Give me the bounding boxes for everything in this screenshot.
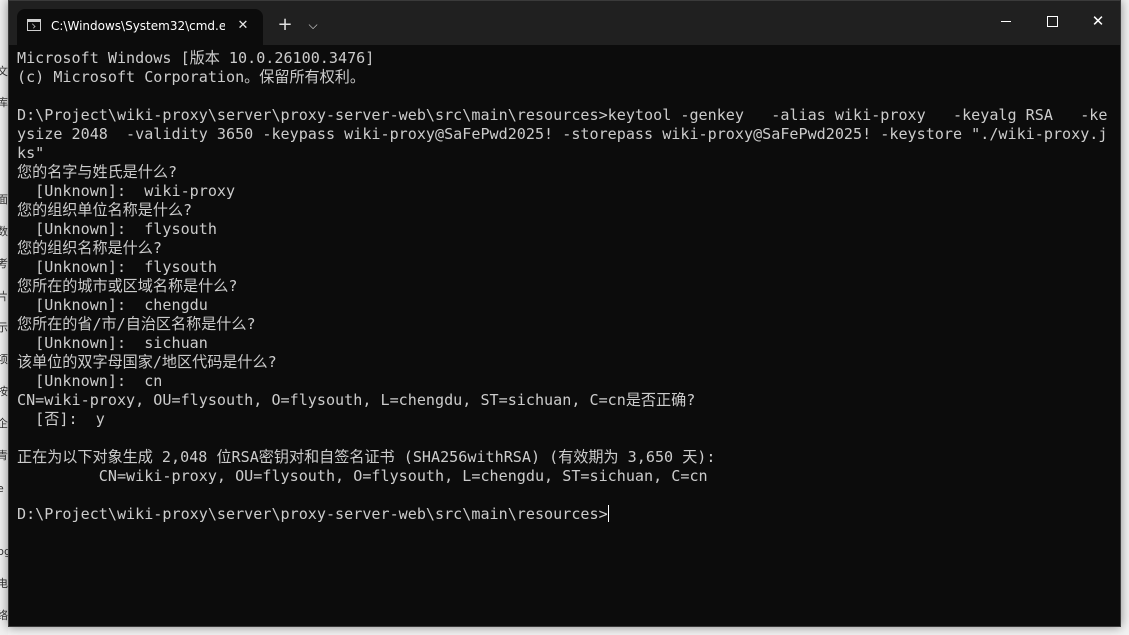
terminal-line: 该单位的双字母国家/地区代码是什么? — [17, 353, 1108, 372]
terminal-output[interactable]: Microsoft Windows [版本 10.0.26100.3476] (c… — [17, 49, 1108, 626]
terminal-line-text: 您所在的城市或区域名称是什么? — [17, 277, 238, 295]
terminal-line: 您的名字与姓氏是什么? — [17, 163, 1108, 182]
background-app-glyph: 青 — [0, 449, 8, 462]
terminal-line: [Unknown]: sichuan — [17, 334, 1108, 353]
terminal-line: 您的组织名称是什么? — [17, 239, 1108, 258]
terminal-line-text: 该单位的双字母国家/地区代码是什么? — [17, 353, 277, 371]
maximize-button[interactable] — [1029, 1, 1075, 41]
terminal-line-text: ysize 2048 -validity 3650 -keypass wiki-… — [17, 125, 1108, 143]
title-bar[interactable]: C:\Windows\System32\cmd.e ✕ + ⌵ ✕ — [9, 1, 1120, 45]
terminal-line: ks" — [17, 144, 1108, 163]
terminal-line-text: [Unknown]: flysouth — [17, 258, 217, 276]
tab-cmd[interactable]: C:\Windows\System32\cmd.e ✕ — [17, 9, 263, 45]
cmd-icon — [27, 19, 41, 31]
terminal-line: [Unknown]: flysouth — [17, 220, 1108, 239]
terminal-line: D:\Project\wiki-proxy\server\proxy-serve… — [17, 106, 1108, 125]
terminal-line-text: D:\Project\wiki-proxy\server\proxy-serve… — [17, 505, 608, 523]
terminal-line: 您的组织单位名称是什么? — [17, 201, 1108, 220]
terminal-line-text: [Unknown]: sichuan — [17, 334, 208, 352]
minimize-button[interactable] — [983, 1, 1029, 41]
close-button[interactable]: ✕ — [1075, 1, 1121, 41]
background-app-glyph: pg — [0, 545, 8, 558]
terminal-line-text: CN=wiki-proxy, OU=flysouth, O=flysouth, … — [17, 391, 696, 409]
terminal-line-text: ks" — [17, 144, 45, 162]
terminal-line: Microsoft Windows [版本 10.0.26100.3476] — [17, 49, 1108, 68]
background-app-edge: 文库面数考片示项按企青 e pg 电络 — [0, 0, 8, 635]
terminal-line-text: 您的组织名称是什么? — [17, 239, 162, 257]
terminal-line: CN=wiki-proxy, OU=flysouth, O=flysouth, … — [17, 467, 1108, 486]
background-app-glyph: e — [0, 482, 4, 495]
scrollbar[interactable] — [1112, 49, 1118, 619]
terminal-line-text: [Unknown]: wiki-proxy — [17, 182, 236, 200]
terminal-line: [Unknown]: wiki-proxy — [17, 182, 1108, 201]
background-app-glyph: 数 — [0, 225, 8, 238]
terminal-line-text: CN=wiki-proxy, OU=flysouth, O=flysouth, … — [17, 467, 708, 485]
terminal-line-text: D:\Project\wiki-proxy\server\proxy-serve… — [17, 106, 1108, 124]
terminal-window: C:\Windows\System32\cmd.e ✕ + ⌵ ✕ Micros… — [8, 0, 1121, 627]
terminal-line: D:\Project\wiki-proxy\server\proxy-serve… — [17, 505, 1108, 524]
minimize-icon — [1001, 20, 1011, 22]
background-app-glyph: 面 — [0, 193, 8, 206]
tab-dropdown-button[interactable]: ⌵ — [301, 13, 325, 37]
background-app-glyph: 络 — [0, 609, 8, 622]
terminal-line: 正在为以下对象生成 2,048 位RSA密钥对和自签名证书 (SHA256wit… — [17, 448, 1108, 467]
terminal-line: [Unknown]: chengdu — [17, 296, 1108, 315]
terminal-line-text: [Unknown]: flysouth — [17, 220, 217, 238]
terminal-line: [Unknown]: flysouth — [17, 258, 1108, 277]
terminal-line-text: 您所在的省/市/自治区名称是什么? — [17, 315, 256, 333]
terminal-line: (c) Microsoft Corporation。保留所有权利。 — [17, 68, 1108, 87]
terminal-line-text: 您的组织单位名称是什么? — [17, 201, 193, 219]
background-app-glyph: 项 — [0, 353, 8, 366]
terminal-line: ysize 2048 -validity 3650 -keypass wiki-… — [17, 125, 1108, 144]
tab-title: C:\Windows\System32\cmd.e — [51, 19, 225, 33]
background-app-glyph: 企 — [0, 417, 8, 430]
terminal-line-text: [Unknown]: cn — [17, 372, 163, 390]
background-app-glyph: 片 — [0, 290, 8, 303]
terminal-line-text: [Unknown]: chengdu — [17, 296, 208, 314]
background-app-glyph: 按 — [0, 385, 8, 398]
terminal-line: 您所在的省/市/自治区名称是什么? — [17, 315, 1108, 334]
terminal-line-text: 您的名字与姓氏是什么? — [17, 163, 178, 181]
background-app-glyph: 文 — [0, 65, 8, 78]
terminal-line-text: [否]: y — [17, 410, 105, 428]
background-app-glyph: 示 — [0, 321, 8, 334]
background-app-glyph: 库 — [0, 96, 8, 109]
background-app-glyph: 考 — [0, 257, 8, 270]
terminal-line-text: 正在为以下对象生成 2,048 位RSA密钥对和自签名证书 (SHA256wit… — [17, 448, 716, 466]
terminal-line: 您所在的城市或区域名称是什么? — [17, 277, 1108, 296]
background-app-glyph: 电 — [0, 577, 8, 590]
terminal-line: [Unknown]: cn — [17, 372, 1108, 391]
terminal-line-text: (c) Microsoft Corporation。保留所有权利。 — [17, 68, 365, 86]
terminal-line: [否]: y — [17, 410, 1108, 429]
close-icon: ✕ — [1091, 11, 1105, 30]
maximize-icon — [1046, 15, 1058, 27]
tab-close-icon[interactable]: ✕ — [231, 15, 255, 37]
terminal-line: CN=wiki-proxy, OU=flysouth, O=flysouth, … — [17, 391, 1108, 410]
terminal-line-text: Microsoft Windows [版本 10.0.26100.3476] — [17, 49, 375, 67]
new-tab-button[interactable]: + — [271, 13, 299, 37]
text-cursor — [607, 505, 609, 522]
